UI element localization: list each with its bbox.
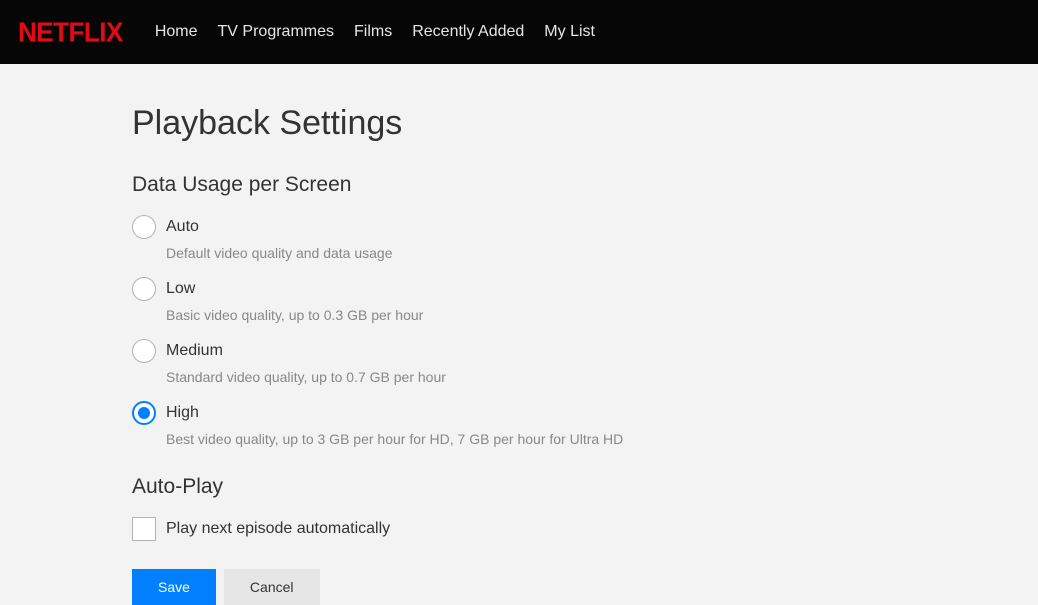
header-bar: NETFLIX Home TV Programmes Films Recentl… [0, 0, 1038, 64]
page-title: Playback Settings [132, 104, 1038, 143]
nav-recently-added[interactable]: Recently Added [412, 23, 524, 41]
radio-text-auto: Auto Default video quality and data usag… [166, 215, 393, 261]
netflix-logo[interactable]: NETFLIX [18, 16, 123, 49]
radio-high[interactable] [132, 401, 156, 425]
radio-text-low: Low Basic video quality, up to 0.3 GB pe… [166, 277, 423, 323]
nav-home[interactable]: Home [155, 23, 198, 41]
radio-option-auto[interactable]: Auto Default video quality and data usag… [132, 215, 1038, 261]
button-row: Save Cancel [132, 569, 1038, 605]
data-usage-title: Data Usage per Screen [132, 173, 1038, 197]
radio-label-medium: Medium [166, 339, 446, 363]
radio-low[interactable] [132, 277, 156, 301]
radio-desc-high: Best video quality, up to 3 GB per hour … [166, 431, 623, 447]
autoplay-checkbox-label: Play next episode automatically [166, 520, 390, 538]
radio-auto[interactable] [132, 215, 156, 239]
autoplay-section: Auto-Play Play next episode automaticall… [132, 475, 1038, 541]
radio-option-high[interactable]: High Best video quality, up to 3 GB per … [132, 401, 1038, 447]
radio-text-high: High Best video quality, up to 3 GB per … [166, 401, 623, 447]
nav-tv-programmes[interactable]: TV Programmes [218, 23, 334, 41]
content-area: Playback Settings Data Usage per Screen … [0, 64, 1038, 605]
autoplay-title: Auto-Play [132, 475, 1038, 499]
radio-medium[interactable] [132, 339, 156, 363]
radio-label-low: Low [166, 277, 423, 301]
radio-text-medium: Medium Standard video quality, up to 0.7… [166, 339, 446, 385]
radio-label-high: High [166, 401, 623, 425]
autoplay-checkbox[interactable] [132, 517, 156, 541]
autoplay-checkbox-row[interactable]: Play next episode automatically [132, 517, 1038, 541]
nav-my-list[interactable]: My List [544, 23, 595, 41]
radio-option-low[interactable]: Low Basic video quality, up to 0.3 GB pe… [132, 277, 1038, 323]
radio-desc-low: Basic video quality, up to 0.3 GB per ho… [166, 307, 423, 323]
cancel-button[interactable]: Cancel [224, 569, 320, 605]
radio-desc-medium: Standard video quality, up to 0.7 GB per… [166, 369, 446, 385]
nav-films[interactable]: Films [354, 23, 392, 41]
radio-label-auto: Auto [166, 215, 393, 239]
radio-option-medium[interactable]: Medium Standard video quality, up to 0.7… [132, 339, 1038, 385]
radio-desc-auto: Default video quality and data usage [166, 245, 393, 261]
save-button[interactable]: Save [132, 569, 216, 605]
nav-menu: Home TV Programmes Films Recently Added … [155, 23, 595, 41]
